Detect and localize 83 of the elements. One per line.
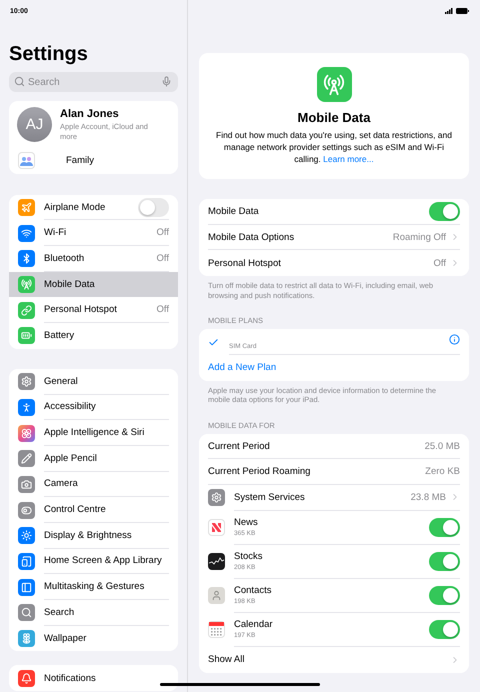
flower-icon [18, 630, 35, 648]
wifi-icon [18, 224, 35, 242]
gear-icon [208, 489, 225, 506]
app-toggle[interactable] [429, 620, 460, 639]
page-title: Settings [9, 42, 89, 66]
item-label: Wi-Fi [44, 227, 68, 238]
row-label: System Services [234, 492, 306, 503]
item-label: Family [66, 155, 95, 166]
app-name: Contacts [234, 585, 272, 596]
gear-icon [18, 373, 35, 390]
person-icon [18, 398, 35, 416]
antenna-icon [18, 276, 35, 294]
app-toggle[interactable] [429, 586, 460, 605]
row-label: Current Period Roaming [208, 466, 312, 478]
learn-more-link[interactable]: Learn more... [323, 154, 374, 164]
switches-icon [18, 502, 35, 519]
row-label: Show All [208, 654, 246, 666]
item-label: Camera [44, 478, 79, 490]
row-label: Current Period [208, 440, 271, 452]
row-value: Off [434, 258, 446, 269]
item-label: Accessibility [44, 401, 97, 412]
bluetooth-icon [18, 250, 35, 268]
item-label: Mobile Data [44, 279, 96, 290]
avatar: AJ [17, 107, 52, 142]
item-label: General [44, 376, 79, 387]
item-label: Control Centre [44, 504, 107, 516]
item-label: Apple Pencil [44, 452, 98, 464]
row-value: 23.8 MB [410, 492, 446, 503]
pencil-icon [18, 450, 35, 468]
row-label: Personal Hotspot [208, 258, 282, 269]
item-label: Multitasking & Gestures [44, 581, 146, 592]
microphone-icon [161, 76, 172, 87]
item-label: Notifications [44, 672, 97, 684]
camera-icon [18, 476, 35, 493]
stock-chart-icon [208, 553, 225, 570]
account-name: Alan Jones [60, 108, 120, 120]
item-value: Off [156, 304, 169, 316]
row-label: Mobile Data Options [208, 232, 296, 243]
search-icon [14, 76, 25, 87]
antenna-icon [316, 67, 352, 102]
item-label: Apple Intelligence & Siri [44, 427, 146, 438]
item-label: Wallpaper [44, 633, 88, 644]
item-label: Battery [44, 330, 76, 342]
link-icon [18, 302, 35, 319]
flower-icon [18, 424, 35, 442]
mobile-data-toggle[interactable] [429, 202, 460, 221]
add-plan-label: Add a New Plan [208, 362, 276, 374]
row-value: 25.0 MB [424, 440, 460, 452]
battery-icon [456, 8, 469, 14]
app-name: Calendar [234, 619, 274, 630]
app-name: Stocks [234, 551, 264, 562]
item-value: Off [156, 227, 169, 238]
row-value: Roaming Off [392, 232, 446, 243]
search-field[interactable]: Search [9, 72, 178, 92]
item-label: Airplane Mode [44, 202, 106, 213]
sidebar-item[interactable]: Mobile Data [9, 272, 178, 298]
search-icon [18, 604, 35, 622]
info-icon[interactable] [449, 334, 460, 346]
row-value: Zero KB [425, 466, 460, 478]
panel-icon [18, 578, 35, 596]
app-toggle[interactable] [429, 518, 460, 537]
sun-icon [18, 527, 35, 544]
header-description: Find out how much data you're using, set data restrictions, and manage network provider settings such as eSIM and Wi-Fi calling. Learn more... [215, 129, 453, 165]
app-name: News [234, 517, 259, 528]
calendar-icon [208, 621, 225, 638]
row-label: Mobile Data [208, 206, 260, 217]
item-label: Bluetooth [44, 252, 86, 264]
item-value: Off [156, 252, 169, 264]
item-label: Search [44, 606, 76, 618]
tablet-icon [18, 552, 35, 570]
app-toggle[interactable] [429, 552, 460, 571]
airplane-toggle[interactable] [138, 198, 169, 217]
item-label: Home Screen & App Library [44, 555, 163, 566]
header-title: Mobile Data [298, 110, 370, 125]
battery-icon [18, 327, 35, 344]
contacts-icon [208, 587, 225, 604]
plane-icon [18, 199, 35, 216]
item-label: Display & Brightness [44, 530, 133, 541]
news-icon [208, 519, 225, 536]
signal-icon [445, 8, 453, 14]
item-label: Personal Hotspot [44, 304, 118, 316]
people-icon [18, 152, 35, 170]
bell-icon [18, 670, 35, 687]
